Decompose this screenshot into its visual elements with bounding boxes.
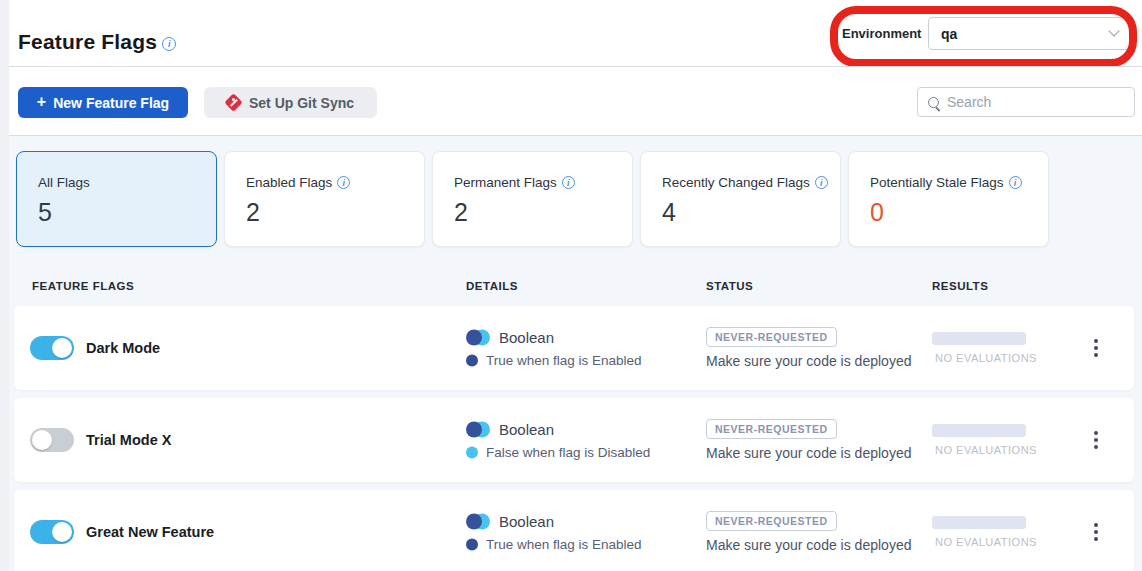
search-box[interactable] [917, 87, 1135, 117]
set-up-git-sync-button[interactable]: Set Up Git Sync [204, 87, 377, 118]
info-icon[interactable]: i [1009, 176, 1022, 189]
flag-name[interactable]: Trial Mode X [86, 432, 171, 448]
flag-status: NEVER-REQUESTED Make sure your code is d… [706, 419, 911, 461]
status-badge: NEVER-REQUESTED [706, 327, 837, 347]
flag-details: Boolean True when flag is Enabled [466, 513, 642, 552]
value-dot-icon [466, 538, 478, 550]
column-header-feature-flags: FEATURE FLAGS [32, 280, 134, 292]
search-icon [928, 97, 939, 108]
status-badge: NEVER-REQUESTED [706, 511, 837, 531]
search-input[interactable] [947, 94, 1128, 110]
results-bar [932, 332, 1026, 345]
table-row: Dark Mode Boolean True when flag is Enab… [14, 306, 1134, 390]
flag-results: NO EVALUATIONS [932, 332, 1037, 364]
card-recently-changed-flags-count: 4 [662, 198, 819, 227]
card-all-flags-count: 5 [38, 198, 195, 227]
status-badge: NEVER-REQUESTED [706, 419, 837, 439]
page-title-wrap: Feature Flags i [18, 30, 176, 54]
flag-details: Boolean False when flag is Disabled [466, 421, 650, 460]
flag-name[interactable]: Dark Mode [86, 340, 160, 356]
plus-icon: + [37, 93, 46, 111]
column-header-results: RESULTS [932, 280, 988, 292]
card-enabled-flags[interactable]: Enabled Flags i 2 [224, 151, 425, 247]
annotation-circle [830, 6, 1137, 67]
flag-name[interactable]: Great New Feature [86, 524, 214, 540]
flag-status: NEVER-REQUESTED Make sure your code is d… [706, 511, 911, 553]
kebab-menu[interactable] [1094, 339, 1098, 357]
card-permanent-flags-count: 2 [454, 198, 611, 227]
kebab-menu[interactable] [1094, 523, 1098, 541]
card-recently-changed-flags[interactable]: Recently Changed Flags i 4 [640, 151, 841, 247]
column-header-details: DETAILS [466, 280, 518, 292]
info-icon[interactable]: i [562, 176, 575, 189]
header-divider [9, 66, 1142, 67]
card-all-flags[interactable]: All Flags 5 [16, 151, 217, 247]
boolean-type-icon [466, 513, 490, 529]
info-icon[interactable]: i [337, 176, 350, 189]
value-dot-icon [466, 446, 478, 458]
results-bar [932, 424, 1026, 437]
kebab-menu[interactable] [1094, 431, 1098, 449]
card-enabled-flags-count: 2 [246, 198, 403, 227]
flag-toggle[interactable] [30, 428, 74, 452]
flag-results: NO EVALUATIONS [932, 516, 1037, 548]
page-title: Feature Flags [18, 30, 157, 54]
card-potentially-stale-flags-count: 0 [870, 198, 1027, 227]
value-dot-icon [466, 354, 478, 366]
boolean-type-icon [466, 329, 490, 345]
info-icon[interactable]: i [162, 37, 176, 51]
card-permanent-flags[interactable]: Permanent Flags i 2 [432, 151, 633, 247]
column-header-status: STATUS [706, 280, 753, 292]
page-left-gutter [0, 0, 9, 571]
flag-toggle[interactable] [30, 520, 74, 544]
table-row: Trial Mode X Boolean False when flag is … [14, 398, 1134, 482]
flag-results: NO EVALUATIONS [932, 424, 1037, 456]
table-row: Great New Feature Boolean True when flag… [14, 490, 1134, 571]
flag-details: Boolean True when flag is Enabled [466, 329, 642, 368]
results-bar [932, 516, 1026, 529]
git-icon [224, 93, 242, 111]
flag-status: NEVER-REQUESTED Make sure your code is d… [706, 327, 911, 369]
flag-toggle[interactable] [30, 336, 74, 360]
boolean-type-icon [466, 421, 490, 437]
new-feature-flag-button[interactable]: + New Feature Flag [18, 87, 188, 118]
info-icon[interactable]: i [815, 176, 828, 189]
card-potentially-stale-flags[interactable]: Potentially Stale Flags i 0 [848, 151, 1049, 247]
